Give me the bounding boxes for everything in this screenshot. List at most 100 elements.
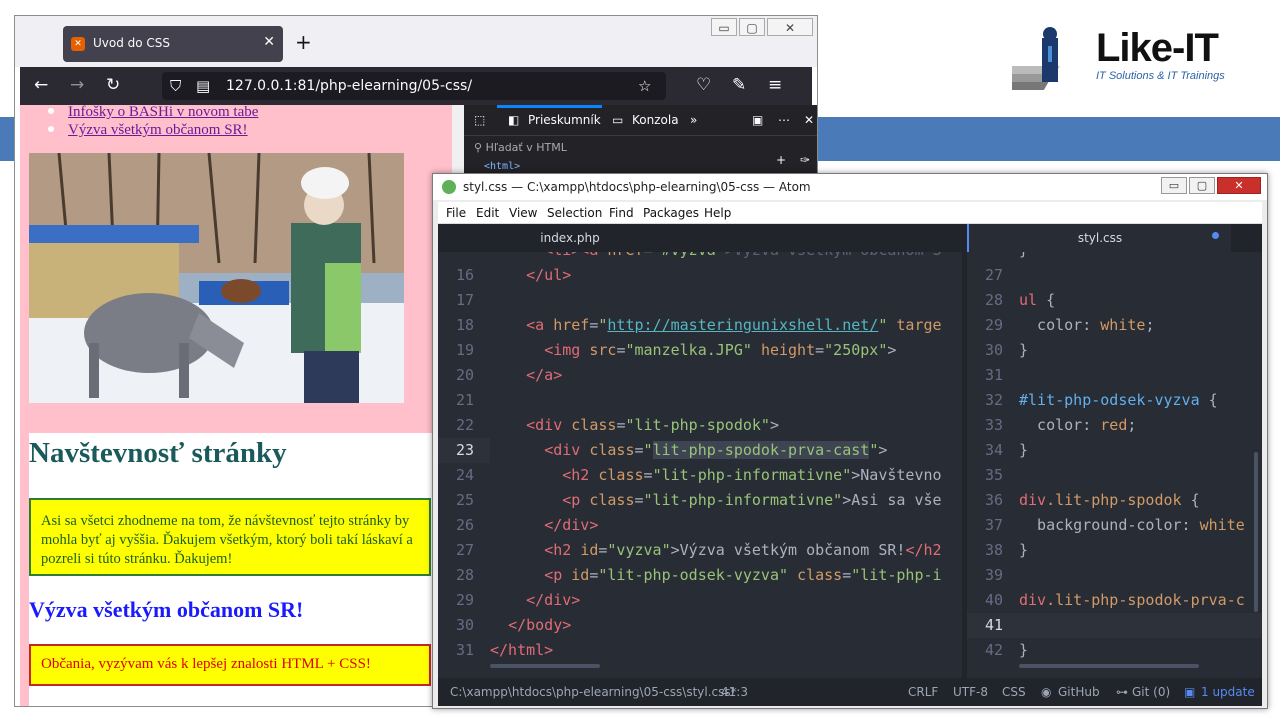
menu-edit[interactable]: Edit — [476, 206, 499, 220]
dock-icon[interactable]: ▣ — [752, 113, 763, 127]
code-line: <a href="http://masteringunixshell.net/"… — [526, 316, 942, 334]
close-window-icon[interactable]: ✕ — [1217, 177, 1261, 194]
code-line: } — [1019, 341, 1029, 359]
pocket-icon[interactable]: ♡ — [696, 75, 711, 95]
maximize-icon[interactable]: ▢ — [1189, 177, 1215, 194]
eyedropper-icon[interactable]: ✑ — [800, 153, 810, 167]
link-bash[interactable]: Infošky o BASHi v novom tabe — [48, 105, 258, 121]
menu-selection[interactable]: Selection — [547, 206, 602, 220]
code-line: </ul> — [526, 266, 572, 284]
reload-icon[interactable]: ↻ — [106, 75, 120, 95]
back-icon[interactable]: ← — [34, 75, 48, 95]
line-number: 29 — [455, 591, 474, 609]
bookmark-star-icon[interactable]: ☆ — [638, 76, 651, 96]
status-bar: C:\xampp\htdocs\php-elearning\05-css\sty… — [438, 678, 1262, 706]
tools-icon[interactable]: ✎ — [732, 75, 746, 95]
code-line: <p id="lit-php-odsek-vyzva" class="lit-p… — [544, 566, 942, 584]
tab-index-php[interactable]: index.php — [438, 224, 702, 252]
line-number: 28 — [455, 566, 474, 584]
line-number: 39 — [984, 566, 1003, 584]
github-button[interactable]: GitHub — [1058, 685, 1100, 699]
forward-icon[interactable]: → — [70, 75, 84, 95]
update-button[interactable]: 1 update — [1201, 685, 1255, 699]
cursor-position[interactable]: 41:3 — [721, 685, 748, 699]
h-scrollbar[interactable] — [490, 664, 600, 668]
close-tab-icon[interactable]: ✕ — [263, 34, 275, 50]
code-line: div.lit-php-spodok-prva-c — [1019, 591, 1245, 609]
html-node[interactable]: <html> — [484, 161, 520, 172]
xampp-favicon-icon: ✕ — [71, 37, 85, 51]
tab-inspector[interactable]: Prieskumník — [528, 113, 601, 127]
menu-file[interactable]: File — [446, 206, 466, 220]
code-line: <h2 class="lit-php-informativne">Navštev… — [562, 466, 942, 484]
close-devtools-icon[interactable]: ✕ — [804, 113, 814, 127]
line-number: 33 — [984, 416, 1003, 434]
v-scrollbar[interactable] — [1254, 452, 1258, 612]
line-number: 16 — [455, 266, 474, 284]
menu-find[interactable]: Find — [609, 206, 634, 220]
line-number: 27 — [984, 266, 1003, 284]
index-php-pane[interactable]: <li><a href="#vyzva">Výzva všetkým občan… — [438, 252, 962, 678]
page-info-icon[interactable]: ▤ — [196, 76, 210, 96]
atom-titlebar: styl.css — C:\xampp\htdocs\php-elearning… — [433, 174, 1267, 200]
add-node-icon[interactable]: + — [776, 153, 786, 167]
menu-icon[interactable]: ≡ — [768, 75, 782, 95]
file-path[interactable]: C:\xampp\htdocs\php-elearning\05-css\sty… — [450, 685, 737, 699]
code-line: } — [1019, 441, 1029, 459]
url-bar[interactable]: ⛉ ▤ 127.0.0.1:81/php-elearning/05-css/ ☆ — [162, 72, 666, 100]
git-button[interactable]: Git (0) — [1132, 685, 1170, 699]
overflow-menu-icon[interactable]: ⋯ — [778, 113, 790, 127]
line-number: 38 — [984, 541, 1003, 559]
h-scrollbar[interactable] — [1019, 664, 1199, 668]
modified-dot-icon — [1212, 232, 1219, 239]
line-number: 42 — [984, 641, 1003, 659]
line-number: 40 — [984, 591, 1003, 609]
shield-icon[interactable]: ⛉ — [170, 76, 181, 96]
call-heading: Výzva všetkým občanom SR! — [29, 597, 304, 622]
encoding[interactable]: UTF-8 — [953, 685, 988, 699]
code-line: </div> — [526, 591, 581, 609]
code-line: <img src="manzelka.JPG" height="250px"> — [544, 341, 897, 359]
line-number: 17 — [455, 291, 474, 309]
line-number: 20 — [455, 366, 474, 384]
web-page: Infošky o BASHi v novom tabe Výzva všetk… — [20, 105, 452, 706]
line-number: 36 — [984, 491, 1003, 509]
photo-image[interactable] — [29, 153, 404, 403]
line-number: 37 — [984, 516, 1003, 534]
line-number: 35 — [984, 466, 1003, 484]
menu-bar: File Edit View Selection Find Packages H… — [438, 202, 1262, 224]
tab-console[interactable]: Konzola — [632, 113, 679, 127]
menu-view[interactable]: View — [509, 206, 537, 220]
code-line: <h2 id="vyzva">Výzva všetkým občanom SR!… — [544, 541, 942, 559]
browser-tab[interactable]: ✕ Uvod do CSS ✕ — [63, 26, 283, 62]
line-ending[interactable]: CRLF — [908, 685, 938, 699]
styl-css-pane[interactable]: } 27 28 ul { 29 color: white; 30 } 31 32… — [967, 252, 1262, 678]
line-number: 27 — [455, 541, 474, 559]
tab-strip: ✕ Uvod do CSS ✕ + ▭ ▢ ✕ — [15, 16, 817, 67]
line-number: 28 — [984, 291, 1003, 309]
line-number: 31 — [984, 366, 1003, 384]
minimize-icon[interactable]: ▭ — [711, 18, 737, 36]
line-number: 32 — [984, 391, 1003, 409]
code-line: color: white; — [1019, 316, 1155, 334]
menu-packages[interactable]: Packages — [643, 206, 699, 220]
minimize-icon[interactable]: ▭ — [1161, 177, 1187, 194]
line-number: 34 — [984, 441, 1003, 459]
new-tab-icon[interactable]: + — [295, 32, 312, 52]
menu-help[interactable]: Help — [704, 206, 731, 220]
line-number: 30 — [984, 341, 1003, 359]
link-vyzva[interactable]: Výzva všetkým občanom SR! — [48, 121, 258, 139]
more-tabs-icon[interactable]: » — [690, 113, 697, 127]
tab-styl-css[interactable]: styl.css — [967, 224, 1231, 252]
desktop: Like-IT IT Solutions & IT Trainings ✕ Uv… — [0, 0, 1280, 720]
grammar[interactable]: CSS — [1002, 685, 1026, 699]
line-number: 30 — [455, 616, 474, 634]
tab-title: Uvod do CSS — [93, 36, 171, 50]
element-picker-icon[interactable]: ⬚ — [474, 113, 485, 127]
code-line: ul { — [1019, 291, 1056, 309]
maximize-icon[interactable]: ▢ — [739, 18, 765, 36]
html-search[interactable]: ⚲ Hľadať v HTML — [474, 141, 567, 154]
line-number: 24 — [455, 466, 474, 484]
close-window-icon[interactable]: ✕ — [767, 18, 813, 36]
search-placeholder: Hľadať v HTML — [485, 141, 567, 154]
